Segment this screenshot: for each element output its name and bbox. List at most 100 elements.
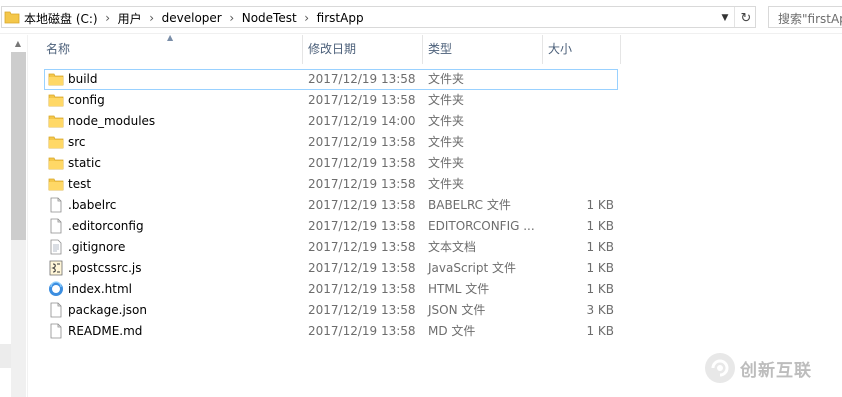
file-name: .gitignore <box>68 240 126 254</box>
folder-icon <box>48 134 64 150</box>
column-header-label: 修改日期 <box>308 42 357 56</box>
file-row[interactable]: index.html 2017/12/19 13:58 HTML 文件 1 KB <box>44 279 644 300</box>
file-modified-date: 2017/12/19 13:58 <box>308 282 416 296</box>
file-type: 文件夹 <box>428 156 465 170</box>
breadcrumb-item[interactable]: developer <box>160 11 224 25</box>
breadcrumb-item[interactable]: NodeTest <box>240 11 299 25</box>
file-row[interactable]: README.md 2017/12/19 13:58 MD 文件 1 KB <box>44 321 644 342</box>
file-row[interactable]: .babelrc 2017/12/19 13:58 BABELRC 文件 1 KB <box>44 195 644 216</box>
file-name: .editorconfig <box>68 219 144 233</box>
file-modified-date: 2017/12/19 13:58 <box>308 219 416 233</box>
file-name: test <box>68 177 92 191</box>
breadcrumb-separator-icon[interactable]: › <box>144 11 160 25</box>
breadcrumb-separator-icon[interactable]: › <box>299 11 315 25</box>
column-header-type[interactable]: 类型 <box>422 35 542 64</box>
file-type: BABELRC 文件 <box>428 198 511 212</box>
file-type: 文件夹 <box>428 114 465 128</box>
watermark-text: 创新互联 <box>740 360 812 381</box>
file-row[interactable]: .postcssrc.js 2017/12/19 13:58 JavaScript … <box>44 258 644 279</box>
scroll-up-arrow-icon[interactable]: ▲ <box>11 39 25 49</box>
file-row[interactable]: .gitignore 2017/12/19 13:58 文本文档 1 KB <box>44 237 644 258</box>
column-header-label: 名称 <box>46 42 71 56</box>
file-row[interactable]: node_modules 2017/12/19 14:00 文件夹 <box>44 111 644 132</box>
file-type: 文件夹 <box>428 177 465 191</box>
file-modified-date: 2017/12/19 14:00 <box>308 114 416 128</box>
file-size: 1 KB <box>586 324 614 338</box>
file-size: 1 KB <box>586 198 614 212</box>
address-divider <box>734 7 735 27</box>
nav-item[interactable] <box>0 344 11 368</box>
file-modified-date: 2017/12/19 13:58 <box>308 198 416 212</box>
file-name: config <box>68 93 105 107</box>
file-type: JSON 文件 <box>428 303 486 317</box>
file-modified-date: 2017/12/19 13:58 <box>308 240 416 254</box>
file-type: EDITORCONFIG ... <box>428 219 535 233</box>
brand-logo-icon <box>704 352 736 384</box>
file-type: MD 文件 <box>428 324 476 338</box>
file-row[interactable]: package.json 2017/12/19 13:58 JSON 文件 3 KB <box>44 300 644 321</box>
browser-file-icon <box>48 281 64 297</box>
search-placeholder: 搜索"firstApp" <box>778 12 842 26</box>
file-modified-date: 2017/12/19 13:58 <box>308 156 416 170</box>
file-name: package.json <box>68 303 148 317</box>
column-header-name[interactable]: 名称 <box>40 35 302 64</box>
file-type: 文件夹 <box>428 72 465 86</box>
breadcrumb-item[interactable]: 本地磁盘 (C:) <box>22 10 100 27</box>
file-icon <box>48 197 64 213</box>
file-name: build <box>68 72 98 86</box>
file-size <box>544 111 614 132</box>
file-row[interactable]: test 2017/12/19 13:58 文件夹 <box>44 174 644 195</box>
breadcrumb-separator-icon[interactable]: › <box>224 11 240 25</box>
address-bar[interactable]: 本地磁盘 (C:) › 用户 › developer › NodeTest › … <box>1 6 756 28</box>
file-size <box>544 69 614 90</box>
breadcrumb: 本地磁盘 (C:) › 用户 › developer › NodeTest › … <box>22 10 366 26</box>
file-row[interactable]: .editorconfig 2017/12/19 13:58 EDITORCONFI… <box>44 216 644 237</box>
file-size: 3 KB <box>586 303 614 317</box>
watermark: 创新互联 <box>704 350 840 386</box>
file-type: 文件夹 <box>428 93 465 107</box>
script-file-icon <box>48 260 64 276</box>
file-name: .babelrc <box>68 198 117 212</box>
nav-scrollbar-thumb[interactable] <box>11 52 26 240</box>
file-row[interactable]: config 2017/12/19 13:58 文件夹 <box>44 90 644 111</box>
file-name: README.md <box>68 324 143 338</box>
file-icon <box>48 302 64 318</box>
file-row[interactable]: src 2017/12/19 13:58 文件夹 <box>44 132 644 153</box>
folder-icon <box>48 113 64 129</box>
folder-icon <box>48 92 64 108</box>
folder-icon <box>48 176 64 192</box>
text-file-icon <box>48 239 64 255</box>
file-name: .postcssrc.js <box>68 261 142 275</box>
file-name: src <box>68 135 86 149</box>
refresh-icon[interactable]: ↻ <box>736 9 756 27</box>
column-header-date[interactable]: 修改日期 <box>302 35 422 64</box>
file-type: HTML 文件 <box>428 282 490 296</box>
file-row[interactable]: build 2017/12/19 13:58 文件夹 <box>44 69 618 90</box>
file-size <box>544 153 614 174</box>
file-row[interactable]: static 2017/12/19 13:58 文件夹 <box>44 153 644 174</box>
file-modified-date: 2017/12/19 13:58 <box>308 177 416 191</box>
file-size: 1 KB <box>586 261 614 275</box>
file-modified-date: 2017/12/19 13:58 <box>308 261 416 275</box>
address-bar-row: 本地磁盘 (C:) › 用户 › developer › NodeTest › … <box>0 0 842 34</box>
breadcrumb-item[interactable]: firstApp <box>315 11 366 25</box>
column-divider[interactable] <box>620 35 621 64</box>
file-icon <box>48 218 64 234</box>
breadcrumb-separator-icon[interactable]: › <box>100 11 116 25</box>
file-modified-date: 2017/12/19 13:58 <box>308 135 416 149</box>
file-type: 文件夹 <box>428 135 465 149</box>
chevron-down-icon[interactable]: ▼ <box>716 10 734 26</box>
file-type: 文本文档 <box>428 240 477 254</box>
folder-icon <box>4 9 20 25</box>
file-modified-date: 2017/12/19 13:58 <box>308 303 416 317</box>
search-input[interactable]: 搜索"firstApp" <box>768 6 842 28</box>
file-list: build 2017/12/19 13:58 文件夹 config 2017/12/19… <box>44 69 644 342</box>
file-name: static <box>68 156 101 170</box>
column-header-label: 大小 <box>548 42 573 56</box>
column-header-size[interactable]: 大小 <box>542 35 620 64</box>
file-size <box>544 90 614 111</box>
file-modified-date: 2017/12/19 13:58 <box>308 72 416 86</box>
file-type: JavaScript 文件 <box>428 261 516 275</box>
file-name: index.html <box>68 282 132 296</box>
breadcrumb-item[interactable]: 用户 <box>116 10 144 27</box>
